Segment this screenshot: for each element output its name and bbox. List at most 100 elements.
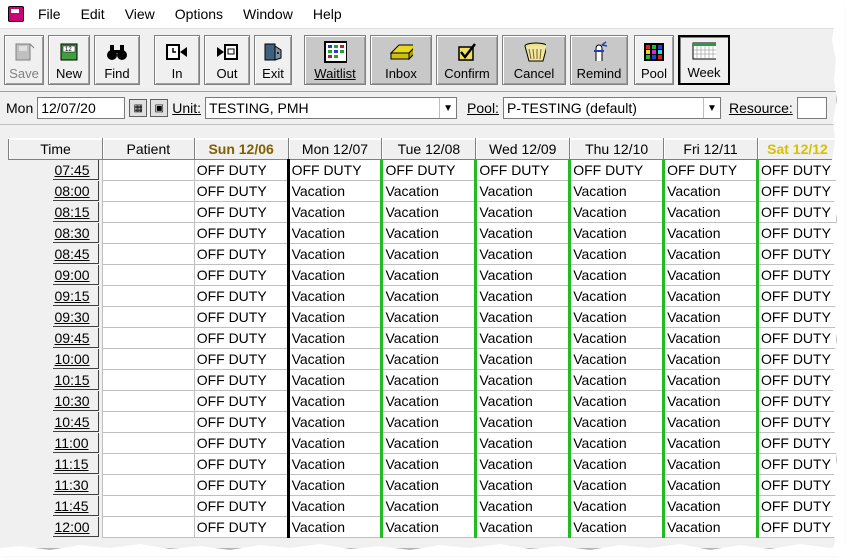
schedule-cell[interactable]: Vacation — [474, 411, 571, 433]
schedule-cell[interactable]: Vacation — [380, 390, 477, 412]
patient-cell[interactable] — [101, 516, 195, 538]
schedule-cell[interactable]: Vacation — [474, 327, 571, 349]
schedule-cell[interactable]: OFF DUTY — [755, 222, 836, 244]
time-cell[interactable]: 10:30 — [8, 390, 103, 412]
schedule-cell[interactable]: OFF DUTY — [755, 411, 836, 433]
patient-cell[interactable] — [101, 495, 195, 517]
schedule-cell[interactable]: OFF DUTY — [193, 201, 289, 223]
schedule-cell[interactable]: OFF DUTY — [193, 495, 289, 517]
schedule-cell[interactable]: Vacation — [286, 474, 383, 496]
schedule-cell[interactable]: Vacation — [380, 222, 477, 244]
schedule-cell[interactable]: Vacation — [568, 180, 665, 202]
waitlist-button[interactable]: Waitlist — [304, 35, 366, 85]
schedule-cell[interactable]: Vacation — [662, 474, 758, 496]
schedule-cell[interactable]: OFF DUTY — [474, 159, 571, 181]
schedule-cell[interactable]: Vacation — [568, 222, 665, 244]
schedule-cell[interactable]: Vacation — [662, 390, 758, 412]
schedule-cell[interactable]: Vacation — [662, 411, 758, 433]
patient-cell[interactable] — [101, 180, 195, 202]
inbox-button[interactable]: Inbox — [370, 35, 432, 85]
schedule-cell[interactable]: OFF DUTY — [755, 306, 836, 328]
patient-cell[interactable] — [101, 411, 195, 433]
patient-cell[interactable] — [101, 327, 195, 349]
schedule-cell[interactable]: Vacation — [568, 411, 665, 433]
date-field[interactable]: 12/07/20 — [37, 97, 126, 119]
patient-cell[interactable] — [101, 348, 195, 370]
schedule-cell[interactable]: Vacation — [568, 453, 665, 475]
schedule-cell[interactable]: Vacation — [474, 390, 571, 412]
schedule-cell[interactable]: OFF DUTY — [755, 327, 836, 349]
resource-select[interactable] — [796, 97, 827, 119]
menu-help[interactable]: Help — [313, 6, 342, 22]
schedule-cell[interactable]: OFF DUTY — [193, 453, 289, 475]
schedule-cell[interactable]: Vacation — [568, 432, 665, 454]
time-cell[interactable]: 10:45 — [8, 411, 103, 433]
patient-cell[interactable] — [101, 159, 195, 181]
menu-options[interactable]: Options — [175, 6, 223, 22]
schedule-cell[interactable]: Vacation — [286, 390, 383, 412]
schedule-cell[interactable]: Vacation — [662, 432, 758, 454]
remind-button[interactable]: Remind — [570, 35, 628, 85]
patient-cell[interactable] — [101, 264, 195, 286]
time-cell[interactable]: 09:30 — [8, 306, 103, 328]
schedule-cell[interactable]: OFF DUTY — [193, 159, 289, 181]
time-cell[interactable]: 08:30 — [8, 222, 103, 244]
schedule-cell[interactable]: OFF DUTY — [380, 159, 477, 181]
week-button[interactable]: Week — [678, 35, 730, 85]
new-button[interactable]: 12 New — [48, 35, 90, 85]
schedule-cell[interactable]: Vacation — [380, 348, 477, 370]
schedule-cell[interactable]: Vacation — [380, 285, 477, 307]
col-header-patient[interactable]: Patient — [101, 138, 195, 160]
schedule-cell[interactable]: Vacation — [474, 180, 571, 202]
schedule-cell[interactable]: Vacation — [662, 285, 758, 307]
schedule-cell[interactable]: Vacation — [474, 285, 571, 307]
pool-select[interactable]: P-TESTING (default) ▼ — [502, 97, 721, 119]
chevron-down-icon[interactable]: ▼ — [702, 98, 720, 118]
schedule-cell[interactable]: Vacation — [380, 474, 477, 496]
schedule-cell[interactable]: Vacation — [568, 495, 665, 517]
schedule-cell[interactable]: OFF DUTY — [286, 159, 383, 181]
schedule-cell[interactable]: OFF DUTY — [193, 243, 289, 265]
schedule-cell[interactable]: Vacation — [286, 369, 383, 391]
schedule-cell[interactable]: Vacation — [380, 495, 477, 517]
schedule-cell[interactable]: OFF DUTY — [755, 159, 836, 181]
schedule-cell[interactable]: Vacation — [568, 285, 665, 307]
out-button[interactable]: Out — [204, 35, 250, 85]
menu-file[interactable]: File — [38, 6, 61, 22]
schedule-cell[interactable]: Vacation — [474, 264, 571, 286]
save-button[interactable]: Save — [4, 35, 44, 85]
unit-select[interactable]: TESTING, PMH ▼ — [205, 97, 458, 119]
schedule-cell[interactable]: OFF DUTY — [755, 264, 836, 286]
schedule-cell[interactable]: Vacation — [568, 474, 665, 496]
col-header-time[interactable]: Time — [8, 138, 103, 160]
schedule-cell[interactable]: Vacation — [474, 222, 571, 244]
schedule-cell[interactable]: OFF DUTY — [755, 369, 836, 391]
schedule-cell[interactable]: OFF DUTY — [755, 180, 836, 202]
schedule-cell[interactable]: Vacation — [568, 201, 665, 223]
schedule-cell[interactable]: OFF DUTY — [755, 516, 836, 538]
schedule-cell[interactable]: Vacation — [662, 369, 758, 391]
schedule-cell[interactable]: OFF DUTY — [193, 516, 289, 538]
schedule-cell[interactable]: OFF DUTY — [662, 159, 758, 181]
schedule-cell[interactable]: Vacation — [568, 369, 665, 391]
time-cell[interactable]: 09:00 — [8, 264, 103, 286]
cancel-button[interactable]: Cancel — [502, 35, 566, 85]
time-cell[interactable]: 11:00 — [8, 432, 103, 454]
schedule-cell[interactable]: OFF DUTY — [755, 285, 836, 307]
schedule-cell[interactable]: Vacation — [568, 264, 665, 286]
schedule-cell[interactable]: OFF DUTY — [755, 474, 836, 496]
schedule-cell[interactable]: Vacation — [474, 348, 571, 370]
schedule-cell[interactable]: Vacation — [380, 201, 477, 223]
schedule-cell[interactable]: Vacation — [286, 285, 383, 307]
menu-edit[interactable]: Edit — [81, 6, 105, 22]
schedule-cell[interactable]: Vacation — [380, 327, 477, 349]
schedule-cell[interactable]: OFF DUTY — [568, 159, 665, 181]
schedule-cell[interactable]: Vacation — [380, 411, 477, 433]
time-cell[interactable]: 11:15 — [8, 453, 103, 475]
schedule-cell[interactable]: Vacation — [380, 243, 477, 265]
patient-cell[interactable] — [101, 285, 195, 307]
app-icon[interactable] — [8, 6, 24, 22]
menu-view[interactable]: View — [125, 6, 155, 22]
time-cell[interactable]: 09:15 — [8, 285, 103, 307]
schedule-cell[interactable]: Vacation — [380, 264, 477, 286]
